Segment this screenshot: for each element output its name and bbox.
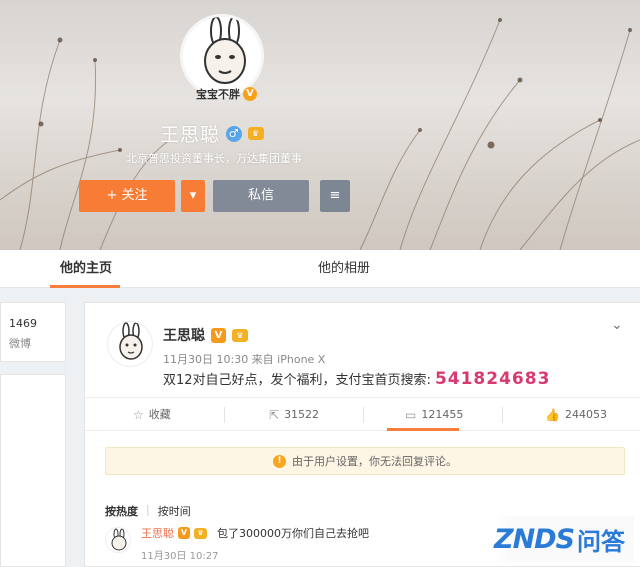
watermark-logo: ZNDS 问答 xyxy=(494,516,634,562)
post-actions: ☆ 收藏 ⇱ 31522 ▭ 121455 👍 244053 xyxy=(85,397,640,431)
thumbs-up-icon: 👍 xyxy=(545,408,560,422)
weibo-count-label: 微博 xyxy=(9,337,31,350)
comment-icon: ▭ xyxy=(405,408,417,422)
post-text-body: 双12对自己好点，发个福利，支付宝首页搜索: xyxy=(163,373,431,388)
favorite-label: 收藏 xyxy=(148,408,171,421)
profile-name-text: 王思聪 xyxy=(160,124,221,146)
post-text: 双12对自己好点，发个福利，支付宝首页搜索: 541824683 xyxy=(163,369,550,389)
sort-by-time[interactable]: 按时间 xyxy=(158,503,191,519)
follow-button[interactable]: + 关注 xyxy=(79,180,175,212)
male-gender-icon: ♂ xyxy=(226,125,243,142)
warning-icon: ! xyxy=(273,454,286,468)
repost-count: 31522 xyxy=(284,408,320,421)
weibo-count[interactable]: 1469 xyxy=(9,317,37,330)
comment-count: 121455 xyxy=(421,408,464,421)
active-action-indicator xyxy=(387,428,459,431)
comment-text: 包了300000万你们自己去抢吧 xyxy=(217,527,369,540)
vip-crown-icon: ♛ xyxy=(248,127,265,140)
vip-crown-icon: ♛ xyxy=(232,328,248,342)
profile-bio: 北京普思投资董事长，万达集团董事 xyxy=(126,152,302,165)
menu-icon: ≡ xyxy=(329,188,341,203)
verified-v-icon: V xyxy=(243,87,257,101)
more-menu-button[interactable]: ≡ xyxy=(320,180,350,212)
active-tab-indicator xyxy=(50,285,120,288)
like-count: 244053 xyxy=(564,408,607,421)
favorite-action[interactable]: ☆ 收藏 xyxy=(133,398,171,432)
bunny-face-icon xyxy=(111,528,127,551)
avatar-caption: 宝宝不胖 V xyxy=(196,86,257,102)
tab-photos[interactable]: 他的相册 xyxy=(318,250,370,288)
profile-page: 宝宝不胖 V 王思聪 ♂ ♛ 北京普思投资董事长，万达集团董事 + 关注 ▾ 私… xyxy=(0,0,640,567)
divider xyxy=(502,407,503,423)
profile-name: 王思聪 ♂ ♛ xyxy=(160,120,265,147)
chevron-down-icon[interactable]: ⌄ xyxy=(611,317,623,333)
stats-card: 1469 微博 xyxy=(0,302,66,362)
comment-sort: 按热度 | 按时间 xyxy=(105,503,191,519)
comment-line: 王思聪 V ♛ 包了300000万你们自己去抢吧 xyxy=(141,525,369,541)
post-meta: 11月30日 10:30 来自 iPhone X xyxy=(163,353,326,366)
repost-action[interactable]: ⇱ 31522 xyxy=(269,398,319,432)
verified-v-icon: V xyxy=(211,327,226,343)
notice-text: 由于用户设置，你无法回复评论。 xyxy=(292,455,457,468)
divider xyxy=(224,407,225,423)
follow-dropdown-button[interactable]: ▾ xyxy=(181,180,205,212)
post-code: 541824683 xyxy=(434,369,551,389)
post-author-name[interactable]: 王思聪 xyxy=(163,325,205,345)
vip-crown-icon: ♛ xyxy=(194,527,207,539)
watermark-brand: ZNDS xyxy=(494,523,575,555)
sort-divider: | xyxy=(146,503,150,516)
cover-image: 宝宝不胖 V 王思聪 ♂ ♛ 北京普思投资董事长，万达集团董事 + 关注 ▾ 私… xyxy=(0,0,640,250)
comment-action[interactable]: ▭ 121455 xyxy=(405,398,463,432)
post-author: 王思聪 V ♛ xyxy=(163,325,248,345)
like-action[interactable]: 👍 244053 xyxy=(545,398,607,432)
divider xyxy=(363,407,364,423)
caret-down-icon: ▾ xyxy=(189,188,197,203)
comment-restricted-notice: ! 由于用户设置，你无法回复评论。 xyxy=(105,447,625,475)
message-button[interactable]: 私信 xyxy=(213,180,309,212)
verified-v-icon: V xyxy=(178,527,190,539)
comment-author-name[interactable]: 王思聪 xyxy=(141,525,174,541)
sidebar-panel xyxy=(0,374,66,567)
bunny-face-icon xyxy=(119,322,143,360)
profile-tabs: 他的主页 他的相册 xyxy=(0,250,640,288)
post-author-avatar[interactable] xyxy=(107,321,153,367)
cover-branches xyxy=(0,18,640,250)
sort-by-hot[interactable]: 按热度 xyxy=(105,503,138,519)
watermark-cn: 问答 xyxy=(577,527,626,556)
repost-icon: ⇱ xyxy=(269,408,280,422)
comment-time: 11月30日 10:27 xyxy=(141,551,219,562)
comment-author-avatar[interactable] xyxy=(105,527,131,553)
tab-home[interactable]: 他的主页 xyxy=(60,250,112,288)
avatar-caption-text: 宝宝不胖 xyxy=(196,88,240,101)
star-icon: ☆ xyxy=(133,408,144,422)
